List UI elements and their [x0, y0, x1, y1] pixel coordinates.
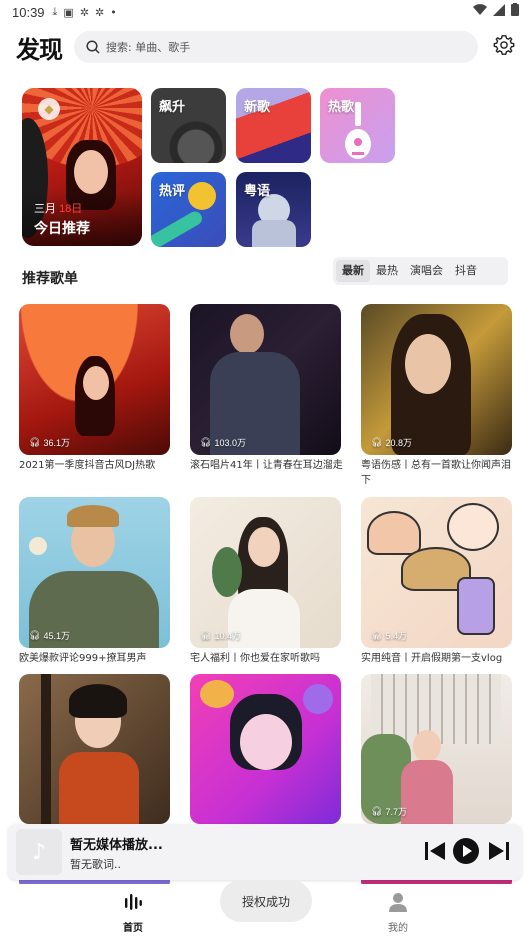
status-bar: 10:39 ⤓ ▣ ✲ ✲ • — [0, 0, 531, 24]
nav-label-mine: 我的 — [388, 923, 408, 934]
dot-icon: • — [110, 5, 117, 19]
diamond-badge-icon: ◆ — [38, 98, 60, 120]
category-tile-cantonese[interactable]: 粤语 — [236, 172, 311, 247]
play-count: 10.4万 — [214, 631, 241, 641]
playlist-caption: 宅人福利丨你也爱在家听歌吗 — [190, 653, 320, 664]
category-label: 飙升 — [159, 100, 186, 115]
playlist-caption: 2021第一季度抖音古风DJ热歌 — [19, 460, 156, 471]
toast-message: 授权成功 — [220, 880, 312, 922]
music-bars-icon — [125, 894, 142, 910]
nav-item-mine[interactable]: 我的 — [368, 892, 428, 934]
tab-douyin[interactable]: 抖音 — [449, 260, 483, 282]
skip-next-icon — [489, 842, 509, 860]
category-tile-hot[interactable]: 热歌 — [320, 88, 395, 163]
headphones-icon: 🎧︎ — [29, 630, 41, 640]
play-count: 103.0万 — [214, 438, 246, 448]
section-title: 推荐歌单 — [22, 271, 78, 287]
download-icon: ⤓ — [52, 5, 58, 18]
music-note-icon: ♪ — [16, 829, 62, 875]
playlist-card[interactable]: 🎧︎ 103.0万 滚石唱片41年丨让青春在耳边溜走 — [190, 304, 343, 473]
nav-item-home[interactable]: 首页 — [103, 892, 163, 934]
playlist-cover: 🎧︎ 20.8万 — [361, 304, 512, 455]
headphones-icon: 🎧︎ — [200, 437, 212, 447]
playlist-card[interactable]: 🎧︎ 10.4万 宅人福利丨你也爱在家听歌吗 — [190, 497, 341, 666]
tab-latest[interactable]: 最新 — [336, 260, 370, 282]
category-label: 热歌 — [328, 100, 355, 115]
player-lyric: 暂无歌词.. — [70, 858, 121, 871]
playlist-card[interactable]: 🎧︎ 5.4万 实用纯音丨开启假期第一支vlog — [361, 497, 512, 666]
category-tile-comments[interactable]: 热评 — [151, 172, 226, 247]
daily-recommend-card[interactable]: ◆ 三月 18日 今日推荐 — [22, 88, 142, 246]
play-count: 45.1万 — [43, 631, 70, 641]
search-icon — [86, 40, 100, 54]
wifi-icon — [473, 3, 487, 15]
feature-month: 三月 — [34, 203, 56, 215]
bug-icon: ✲ — [79, 5, 90, 19]
mini-player[interactable]: ♪ 暂无媒体播放... 暂无歌词.. — [8, 824, 522, 880]
play-count: 20.8万 — [385, 438, 412, 448]
play-count: 36.1万 — [43, 438, 70, 448]
playlist-cover: 🎧︎ 7.7万 — [361, 674, 512, 824]
play-icon — [453, 838, 479, 864]
playlist-cover: 🎧︎ 45.1万 — [19, 497, 170, 648]
playlist-card[interactable] — [190, 674, 341, 824]
tab-hottest[interactable]: 最热 — [370, 260, 404, 282]
skip-previous-icon — [425, 842, 445, 860]
next-button[interactable] — [486, 838, 512, 864]
playlist-card[interactable]: 🎧︎ 7.7万 — [361, 674, 512, 824]
header: 发现 搜索: 单曲、歌手 — [0, 28, 531, 68]
previous-button[interactable] — [422, 838, 448, 864]
playlist-cover — [190, 674, 341, 824]
play-count: 7.7万 — [385, 807, 407, 817]
playlist-caption: 欧美爆款评论999+撩耳男声 — [19, 653, 147, 664]
headphones-icon: 🎧︎ — [371, 437, 383, 447]
user-icon — [389, 893, 407, 912]
play-count: 5.4万 — [385, 631, 407, 641]
playlist-cover: 🎧︎ 103.0万 — [190, 304, 341, 455]
playlist-caption: 实用纯音丨开启假期第一支vlog — [361, 653, 503, 664]
search-placeholder: 搜索: 单曲、歌手 — [106, 41, 191, 54]
playlist-caption: 粤语伤感丨总有一首歌让你闻声泪下 — [361, 460, 511, 486]
playlist-cover — [19, 674, 170, 824]
feature-day: 18日 — [59, 203, 83, 215]
search-input[interactable]: 搜索: 单曲、歌手 — [74, 31, 478, 63]
category-label: 粤语 — [244, 184, 271, 199]
category-label: 新歌 — [244, 100, 271, 115]
playlist-cover: 🎧︎ 10.4万 — [190, 497, 341, 648]
playlist-cover: 🎧︎ 36.1万 — [19, 304, 170, 455]
playlist-card[interactable]: 🎧︎ 36.1万 2021第一季度抖音古风DJ热歌 — [19, 304, 170, 473]
nav-label-home: 首页 — [123, 923, 143, 934]
photo-icon: ▣ — [63, 5, 74, 19]
player-title: 暂无媒体播放... — [70, 838, 163, 853]
headphones-icon: 🎧︎ — [29, 437, 41, 447]
signal-icon — [493, 3, 505, 16]
headphones-icon: 🎧︎ — [371, 806, 383, 816]
gear-icon[interactable] — [493, 34, 515, 56]
playlist-card[interactable] — [19, 674, 170, 824]
tab-concert[interactable]: 演唱会 — [404, 260, 449, 282]
bug-icon: ✲ — [95, 5, 105, 19]
feature-date: 三月 18日 — [34, 200, 82, 216]
playlist-cover: 🎧︎ 5.4万 — [361, 497, 512, 648]
category-label: 热评 — [159, 184, 186, 199]
category-tile-new[interactable]: 新歌 — [236, 88, 311, 163]
status-time: 10:39 — [12, 4, 45, 20]
playlist-tabs: 最新 最热 演唱会 抖音 — [333, 257, 508, 285]
page-title: 发现 — [16, 36, 63, 64]
headphones-icon: 🎧︎ — [371, 630, 383, 640]
feature-label: 今日推荐 — [34, 221, 90, 237]
category-tile-rising[interactable]: 飙升 — [151, 88, 226, 163]
headphones-icon: 🎧︎ — [200, 630, 212, 640]
playlist-card[interactable]: 🎧︎ 45.1万 欧美爆款评论999+撩耳男声 — [19, 497, 170, 666]
playlist-caption: 滚石唱片41年丨让青春在耳边溜走 — [190, 460, 343, 471]
play-button[interactable] — [453, 838, 479, 864]
battery-icon — [511, 3, 519, 16]
playlist-card[interactable]: 🎧︎ 20.8万 粤语伤感丨总有一首歌让你闻声泪下 — [361, 304, 512, 488]
